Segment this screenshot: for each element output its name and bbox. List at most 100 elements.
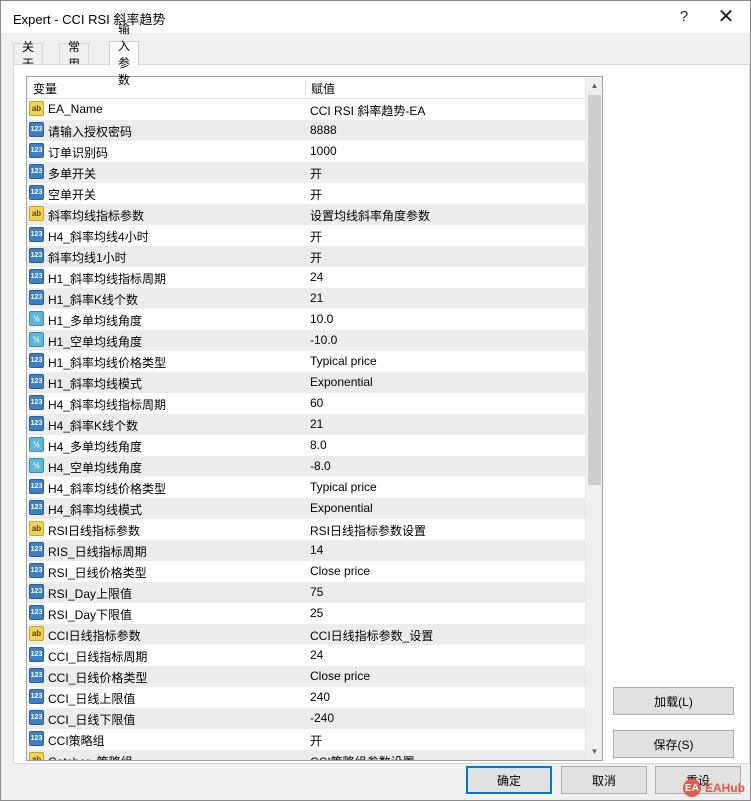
integer-type-icon: 123 bbox=[29, 269, 44, 284]
parameter-row[interactable]: 123 H1_斜率均线指标周期 24 bbox=[27, 267, 585, 288]
parameter-variable: CCI策略组 bbox=[48, 734, 105, 748]
vertical-scrollbar[interactable]: ▲ ▼ bbox=[585, 77, 602, 760]
parameter-row[interactable]: 123 RSI_Day上限值 75 bbox=[27, 582, 585, 603]
parameter-value[interactable]: 8888 bbox=[310, 123, 337, 137]
parameter-value[interactable]: 8.0 bbox=[310, 438, 327, 452]
parameter-value[interactable]: 21 bbox=[310, 417, 323, 431]
parameter-row[interactable]: 123 CCI_日线上限值 240 bbox=[27, 687, 585, 708]
parameter-value[interactable]: 开 bbox=[310, 249, 322, 266]
parameter-row[interactable]: ½ H4_空单均线角度 -8.0 bbox=[27, 456, 585, 477]
integer-type-icon: 123 bbox=[29, 374, 44, 389]
parameter-value[interactable]: 14 bbox=[310, 543, 323, 557]
parameter-row[interactable]: 123 CCI策略组 开 bbox=[27, 729, 585, 750]
parameter-value[interactable]: Close price bbox=[310, 564, 370, 578]
parameter-row[interactable]: 123 H4_斜率均线价格类型 Typical price bbox=[27, 477, 585, 498]
parameter-row[interactable]: ab 斜率均线指标参数 设置均线斜率角度参数 bbox=[27, 204, 585, 225]
parameter-row[interactable]: 123 H4_斜率均线4小时 开 bbox=[27, 225, 585, 246]
parameter-row[interactable]: 123 H4_斜率均线指标周期 60 bbox=[27, 393, 585, 414]
integer-type-icon: 123 bbox=[29, 542, 44, 557]
parameter-variable: CCI_日线指标周期 bbox=[48, 650, 148, 664]
parameter-value[interactable]: 60 bbox=[310, 396, 323, 410]
parameter-value[interactable]: 开 bbox=[310, 186, 322, 203]
column-header-value[interactable]: 赋值 bbox=[311, 80, 335, 97]
parameter-variable: H1_斜率K线个数 bbox=[48, 293, 139, 307]
parameter-value[interactable]: Exponential bbox=[310, 501, 373, 515]
scroll-down-icon[interactable]: ▼ bbox=[586, 743, 602, 760]
parameter-value[interactable]: 开 bbox=[310, 228, 322, 245]
parameter-value[interactable]: Typical price bbox=[310, 480, 377, 494]
parameter-variable: H1_斜率均线模式 bbox=[48, 377, 143, 391]
parameter-variable: 订单识别码 bbox=[48, 146, 109, 160]
parameter-row[interactable]: 123 H4_斜率K线个数 21 bbox=[27, 414, 585, 435]
parameter-value[interactable]: 21 bbox=[310, 291, 323, 305]
parameter-value[interactable]: -240 bbox=[310, 711, 334, 725]
scrollbar-thumb[interactable] bbox=[588, 95, 601, 485]
parameter-row[interactable]: ab Catcher_策略组 CCI策略组参数设置 bbox=[27, 750, 585, 760]
parameter-row[interactable]: 123 H1_斜率K线个数 21 bbox=[27, 288, 585, 309]
parameter-value[interactable]: -10.0 bbox=[310, 333, 337, 347]
integer-type-icon: 123 bbox=[29, 647, 44, 662]
parameter-value[interactable]: -8.0 bbox=[310, 459, 331, 473]
parameter-row[interactable]: 123 H1_斜率均线价格类型 Typical price bbox=[27, 351, 585, 372]
parameter-value[interactable]: Close price bbox=[310, 669, 370, 683]
close-button[interactable]: ✕ bbox=[706, 1, 746, 31]
parameter-row[interactable]: 123 CCI_日线指标周期 24 bbox=[27, 645, 585, 666]
parameter-value[interactable]: 75 bbox=[310, 585, 323, 599]
parameter-row[interactable]: 123 CCI_日线价格类型 Close price bbox=[27, 666, 585, 687]
parameter-row[interactable]: 123 H4_斜率均线模式 Exponential bbox=[27, 498, 585, 519]
parameter-value[interactable]: 1000 bbox=[310, 144, 337, 158]
parameter-value[interactable]: Typical price bbox=[310, 354, 377, 368]
parameter-row[interactable]: 123 H1_斜率均线模式 Exponential bbox=[27, 372, 585, 393]
parameter-value[interactable]: 25 bbox=[310, 606, 323, 620]
parameter-value[interactable]: Exponential bbox=[310, 375, 373, 389]
parameter-row[interactable]: ½ H1_空单均线角度 -10.0 bbox=[27, 330, 585, 351]
parameter-value[interactable]: CCI策略组参数设置 bbox=[310, 753, 415, 760]
parameter-row[interactable]: 123 订单识别码 1000 bbox=[27, 141, 585, 162]
parameter-variable: CCI_日线下限值 bbox=[48, 713, 136, 727]
parameter-row[interactable]: 123 斜率均线1小时 开 bbox=[27, 246, 585, 267]
scroll-up-icon[interactable]: ▲ bbox=[586, 77, 602, 94]
column-header-variable[interactable]: 变量 bbox=[33, 80, 57, 97]
parameter-row[interactable]: ab RSI日线指标参数 RSI日线指标参数设置 bbox=[27, 519, 585, 540]
tab-common[interactable]: 常用 bbox=[59, 40, 90, 71]
parameter-value[interactable]: 24 bbox=[310, 648, 323, 662]
save-button[interactable]: 保存(S) bbox=[613, 730, 734, 758]
parameter-value[interactable]: 24 bbox=[310, 270, 323, 284]
eahub-logo-icon: EA bbox=[683, 779, 701, 797]
parameter-value[interactable]: 240 bbox=[310, 690, 330, 704]
parameter-row[interactable]: 123 请输入授权密码 8888 bbox=[27, 120, 585, 141]
integer-type-icon: 123 bbox=[29, 185, 44, 200]
parameter-variable: RSI_日线价格类型 bbox=[48, 566, 147, 580]
parameter-row[interactable]: 123 多单开关 开 bbox=[27, 162, 585, 183]
integer-type-icon: 123 bbox=[29, 248, 44, 263]
parameter-row[interactable]: 123 RIS_日线指标周期 14 bbox=[27, 540, 585, 561]
string-type-icon: ab bbox=[29, 521, 44, 536]
parameter-variable: CCI日线指标参数 bbox=[48, 629, 141, 643]
parameter-value[interactable]: 开 bbox=[310, 165, 322, 182]
parameter-value[interactable]: RSI日线指标参数设置 bbox=[310, 522, 426, 539]
parameter-row[interactable]: 123 RSI_日线价格类型 Close price bbox=[27, 561, 585, 582]
parameter-row[interactable]: ab EA_Name CCI RSI 斜率趋势-EA bbox=[27, 99, 585, 120]
ok-button[interactable]: 确定 bbox=[466, 766, 552, 794]
parameter-row[interactable]: ½ H4_多单均线角度 8.0 bbox=[27, 435, 585, 456]
tab-about[interactable]: 关于 bbox=[13, 40, 44, 71]
parameter-value[interactable]: CCI RSI 斜率趋势-EA bbox=[310, 102, 425, 119]
tab-inputs[interactable]: 输入参数 bbox=[109, 22, 140, 87]
integer-type-icon: 123 bbox=[29, 710, 44, 725]
parameter-grid[interactable]: 变量 赋值 ab EA_Name CCI RSI 斜率趋势-EA 123 请输入授权密码… bbox=[26, 76, 603, 761]
column-divider[interactable] bbox=[305, 79, 306, 97]
parameter-value[interactable]: CCI日线指标参数_设置 bbox=[310, 627, 433, 644]
parameter-value[interactable]: 设置均线斜率角度参数 bbox=[310, 207, 430, 224]
parameter-value[interactable]: 开 bbox=[310, 732, 322, 749]
parameter-variable: H4_斜率均线模式 bbox=[48, 503, 143, 517]
parameter-row[interactable]: 123 RSI_Day下限值 25 bbox=[27, 603, 585, 624]
parameter-row[interactable]: 123 空单开关 开 bbox=[27, 183, 585, 204]
load-button[interactable]: 加载(L) bbox=[613, 687, 734, 715]
parameter-variable: RSI_Day上限值 bbox=[48, 587, 133, 601]
parameter-value[interactable]: 10.0 bbox=[310, 312, 333, 326]
cancel-button[interactable]: 取消 bbox=[561, 766, 647, 794]
parameter-row[interactable]: ½ H1_多单均线角度 10.0 bbox=[27, 309, 585, 330]
parameter-row[interactable]: ab CCI日线指标参数 CCI日线指标参数_设置 bbox=[27, 624, 585, 645]
parameter-row[interactable]: 123 CCI_日线下限值 -240 bbox=[27, 708, 585, 729]
help-button[interactable]: ? bbox=[664, 1, 704, 31]
